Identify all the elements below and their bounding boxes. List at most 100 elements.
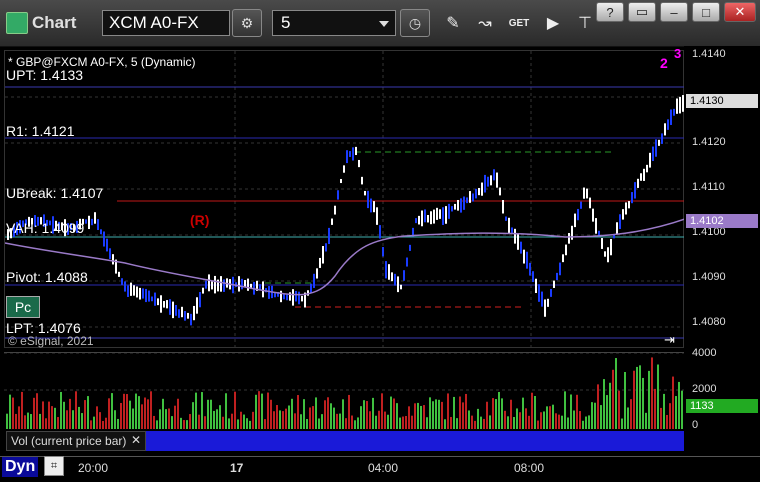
volume-bar xyxy=(291,398,293,429)
volume-bar xyxy=(120,402,122,429)
volume-bar xyxy=(663,393,665,429)
volume-bar xyxy=(546,406,548,429)
vol-study-label[interactable]: Vol (current price bar) ✕ xyxy=(6,431,146,451)
settings-button[interactable]: ⚙ xyxy=(232,9,262,37)
candle xyxy=(85,219,87,224)
symbol-input[interactable]: XCM A0-FX xyxy=(102,10,230,36)
candle xyxy=(436,207,438,220)
volume-bar xyxy=(264,419,266,429)
candle xyxy=(280,290,282,303)
candle xyxy=(172,301,174,319)
volume-bar xyxy=(147,399,149,429)
candle xyxy=(157,298,159,306)
candle xyxy=(340,178,342,184)
upt-label: UPT: 1.4133 xyxy=(6,67,84,83)
text-tool-button[interactable]: ⊤ xyxy=(572,10,598,36)
candle xyxy=(166,300,168,309)
volume-bar xyxy=(333,407,335,429)
count-label-2: 2 xyxy=(660,55,668,71)
vol-tick-label: 0 xyxy=(692,419,699,431)
volume-bar xyxy=(195,392,197,429)
volume-bar xyxy=(564,391,566,429)
candle xyxy=(313,273,315,288)
volume-bar xyxy=(471,415,473,429)
crosshair-icon[interactable]: ⌗ xyxy=(44,456,64,476)
volume-bar xyxy=(216,409,218,429)
volume-bar xyxy=(510,399,512,429)
close-icon: ✕ xyxy=(734,4,746,19)
candle xyxy=(199,292,201,308)
get-data-button[interactable]: GET xyxy=(506,10,532,36)
candle xyxy=(532,271,534,283)
maximize-button[interactable]: □ xyxy=(692,2,720,22)
candle xyxy=(202,287,204,294)
candle xyxy=(658,139,660,146)
volume-bar xyxy=(618,390,620,429)
volume-bar xyxy=(384,411,386,429)
candle xyxy=(331,218,333,225)
volume-bar xyxy=(330,403,332,429)
candle xyxy=(208,274,210,292)
candle xyxy=(625,202,627,215)
volume-bar xyxy=(645,412,647,429)
volume-bar xyxy=(273,411,275,429)
volume-bar xyxy=(87,396,89,429)
x-tick-label: 17 xyxy=(230,461,244,475)
volume-bar xyxy=(666,414,668,429)
candle xyxy=(193,305,195,321)
candle xyxy=(100,229,102,235)
volume-bar xyxy=(462,402,464,429)
pc-button[interactable]: Pc xyxy=(6,296,40,318)
study-icon: ↝ xyxy=(478,15,492,32)
get-label: GET xyxy=(508,17,530,29)
volume-bar xyxy=(597,384,599,429)
candle xyxy=(448,203,450,219)
volume-bar xyxy=(207,399,209,429)
volume-bar xyxy=(426,417,428,429)
volume-bar xyxy=(24,415,26,429)
volume-bar xyxy=(411,415,413,429)
close-button[interactable]: ✕ xyxy=(724,2,756,22)
candle xyxy=(649,152,651,168)
minimize-icon: – xyxy=(670,4,678,20)
volume-bar xyxy=(300,414,302,429)
candle xyxy=(400,284,402,290)
volume-bar xyxy=(441,401,443,429)
close-icon[interactable]: ✕ xyxy=(131,433,141,447)
candle xyxy=(343,165,345,173)
candle xyxy=(418,215,420,225)
volume-bar xyxy=(555,413,557,429)
candle xyxy=(463,196,465,210)
volume-bar xyxy=(126,394,128,429)
candle xyxy=(493,169,495,181)
y-tick-label: 1.4120 xyxy=(692,136,726,148)
draw-tool-button[interactable]: ✎ xyxy=(440,10,466,36)
price-chart-panel[interactable] xyxy=(4,50,686,349)
help-button[interactable]: ? xyxy=(596,2,624,22)
gear-icon: ⚙ xyxy=(240,14,254,31)
volume-bar xyxy=(609,382,611,429)
candle xyxy=(169,299,171,315)
volume-bar xyxy=(678,381,680,429)
candle xyxy=(460,198,462,213)
candle xyxy=(358,159,360,168)
volume-bar xyxy=(114,410,116,429)
restore-button[interactable]: ▭ xyxy=(628,2,656,22)
volume-bar xyxy=(108,398,110,429)
dyn-button[interactable]: Dyn xyxy=(2,457,39,477)
candle xyxy=(607,247,609,263)
study-button[interactable]: ↝ xyxy=(472,10,498,36)
play-button[interactable]: ▶ xyxy=(540,10,566,36)
volume-bar xyxy=(144,397,146,429)
volume-bar xyxy=(516,408,518,429)
clock-button[interactable]: ◷ xyxy=(400,9,430,37)
volume-bar xyxy=(606,395,608,429)
scroll-end-icon[interactable]: ⇥ xyxy=(664,332,675,348)
interval-value: 5 xyxy=(281,13,291,32)
candle xyxy=(481,182,483,196)
volume-bar xyxy=(459,396,461,429)
minimize-button[interactable]: – xyxy=(660,2,688,22)
x-tick-label: 08:00 xyxy=(514,461,545,475)
candle xyxy=(475,188,477,199)
interval-select[interactable]: 5 xyxy=(272,10,396,36)
